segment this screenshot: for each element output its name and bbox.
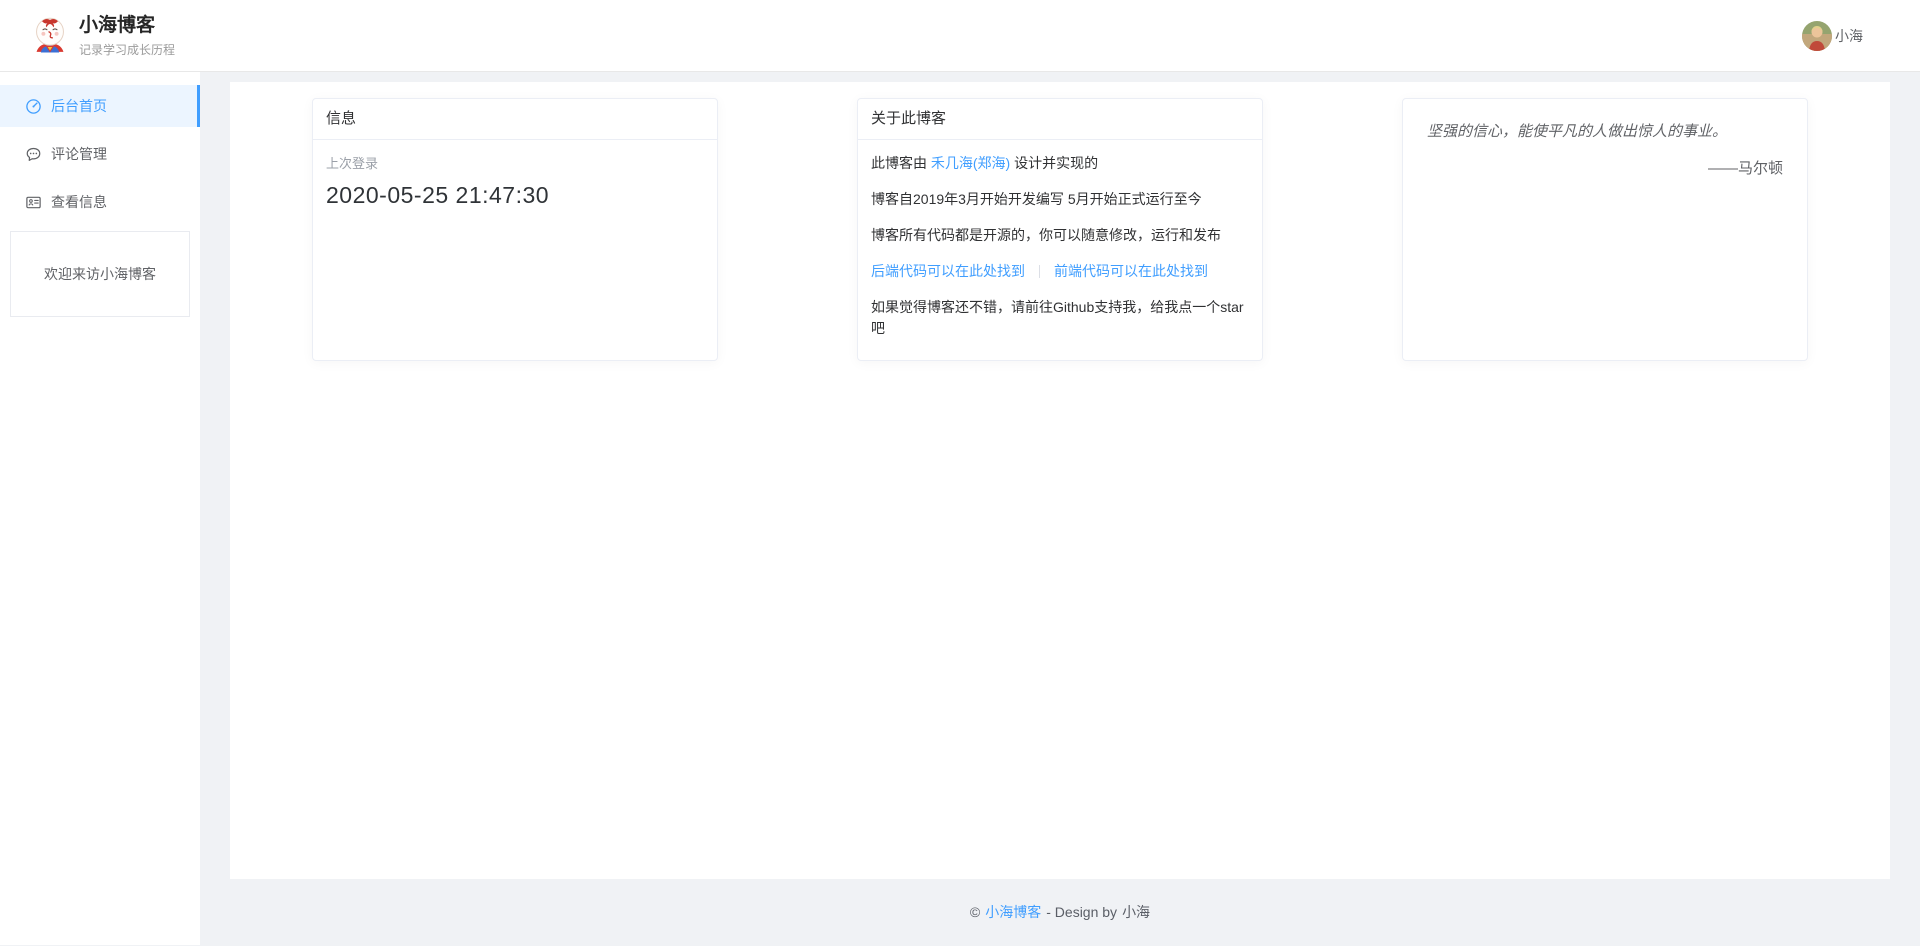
site-title: 小海博客 bbox=[79, 14, 175, 38]
info-card-body: 上次登录 2020-05-25 21:47:30 bbox=[313, 140, 717, 222]
user-name: 小海 bbox=[1835, 26, 1863, 46]
page: 小海博客 记录学习成长历程 小海 bbox=[0, 0, 1920, 945]
site-subtitle: 记录学习成长历程 bbox=[79, 41, 175, 58]
sidebar-item-label: 查看信息 bbox=[51, 192, 107, 212]
about-history-line: 博客自2019年3月开始开发编写 5月开始正式运行至今 bbox=[871, 189, 1249, 210]
about-card: 关于此博客 此博客由 禾几海(郑海) 设计并实现的 博客自2019年3月开始开发… bbox=[857, 98, 1263, 361]
brand-text: 小海博客 记录学习成长历程 bbox=[79, 14, 175, 58]
quote-card: 坚强的信心，能使平凡的人做出惊人的事业。 ——马尔顿 bbox=[1402, 98, 1808, 361]
footer-designer-name: 小海 bbox=[1122, 902, 1150, 922]
backend-code-link[interactable]: 后端代码可以在此处找到 bbox=[871, 263, 1025, 279]
sidebar-menu: 后台首页 评论管理 bbox=[0, 72, 200, 223]
sidebar-item-label: 评论管理 bbox=[51, 144, 107, 164]
sidebar-item-comments[interactable]: 评论管理 bbox=[0, 133, 200, 175]
frontend-code-link[interactable]: 前端代码可以在此处找到 bbox=[1054, 263, 1208, 279]
header: 小海博客 记录学习成长历程 小海 bbox=[0, 0, 1920, 72]
chat-square-icon bbox=[25, 146, 42, 163]
about-github-line: 如果觉得博客还不错，请前往Github支持我，给我点一个star吧 bbox=[871, 297, 1249, 339]
active-indicator bbox=[197, 85, 200, 127]
id-card-icon bbox=[25, 194, 42, 211]
quote-author: ——马尔顿 bbox=[1427, 157, 1783, 178]
cards-row: 信息 上次登录 2020-05-25 21:47:30 关于此博客 此博客由 禾… bbox=[230, 82, 1890, 361]
site-logo-icon bbox=[28, 13, 72, 59]
about-intro-suffix: 设计并实现的 bbox=[1010, 155, 1098, 171]
about-card-title: 关于此博客 bbox=[858, 99, 1262, 140]
main-area: 信息 上次登录 2020-05-25 21:47:30 关于此博客 此博客由 禾… bbox=[200, 72, 1920, 945]
sidebar-item-label: 后台首页 bbox=[51, 96, 107, 116]
brand: 小海博客 记录学习成长历程 bbox=[28, 13, 175, 59]
footer-design-text: - Design by bbox=[1046, 904, 1117, 920]
info-card-title: 信息 bbox=[313, 99, 717, 140]
odometer-icon bbox=[25, 98, 42, 115]
about-code-links-line: 后端代码可以在此处找到 前端代码可以在此处找到 bbox=[871, 261, 1249, 282]
sidebar-item-view-info[interactable]: 查看信息 bbox=[0, 181, 200, 223]
copyright-symbol: © bbox=[970, 904, 980, 920]
footer-site-link[interactable]: 小海博客 bbox=[985, 902, 1041, 922]
user-menu[interactable]: 小海 bbox=[1802, 21, 1863, 51]
last-login-time: 2020-05-25 21:47:30 bbox=[326, 182, 704, 209]
quote-text: 坚强的信心，能使平凡的人做出惊人的事业。 bbox=[1427, 121, 1783, 142]
sidebar: 后台首页 评论管理 bbox=[0, 72, 200, 945]
about-opensource-line: 博客所有代码都是开源的，你可以随意修改，运行和发布 bbox=[871, 225, 1249, 246]
sidebar-item-dashboard[interactable]: 后台首页 bbox=[0, 85, 200, 127]
info-card: 信息 上次登录 2020-05-25 21:47:30 bbox=[312, 98, 718, 361]
footer: © 小海博客 - Design by 小海 bbox=[230, 879, 1890, 945]
user-avatar[interactable] bbox=[1802, 21, 1832, 51]
link-divider bbox=[1039, 265, 1040, 278]
about-card-body: 此博客由 禾几海(郑海) 设计并实现的 博客自2019年3月开始开发编写 5月开… bbox=[858, 140, 1262, 352]
content-panel: 信息 上次登录 2020-05-25 21:47:30 关于此博客 此博客由 禾… bbox=[230, 82, 1890, 879]
about-intro-prefix: 此博客由 bbox=[871, 155, 931, 171]
author-link[interactable]: 禾几海(郑海) bbox=[931, 155, 1010, 171]
about-intro-line: 此博客由 禾几海(郑海) 设计并实现的 bbox=[871, 153, 1249, 174]
welcome-box: 欢迎来访小海博客 bbox=[10, 231, 190, 317]
layout: 后台首页 评论管理 bbox=[0, 72, 1920, 945]
welcome-text: 欢迎来访小海博客 bbox=[44, 264, 156, 284]
last-login-label: 上次登录 bbox=[326, 153, 704, 172]
